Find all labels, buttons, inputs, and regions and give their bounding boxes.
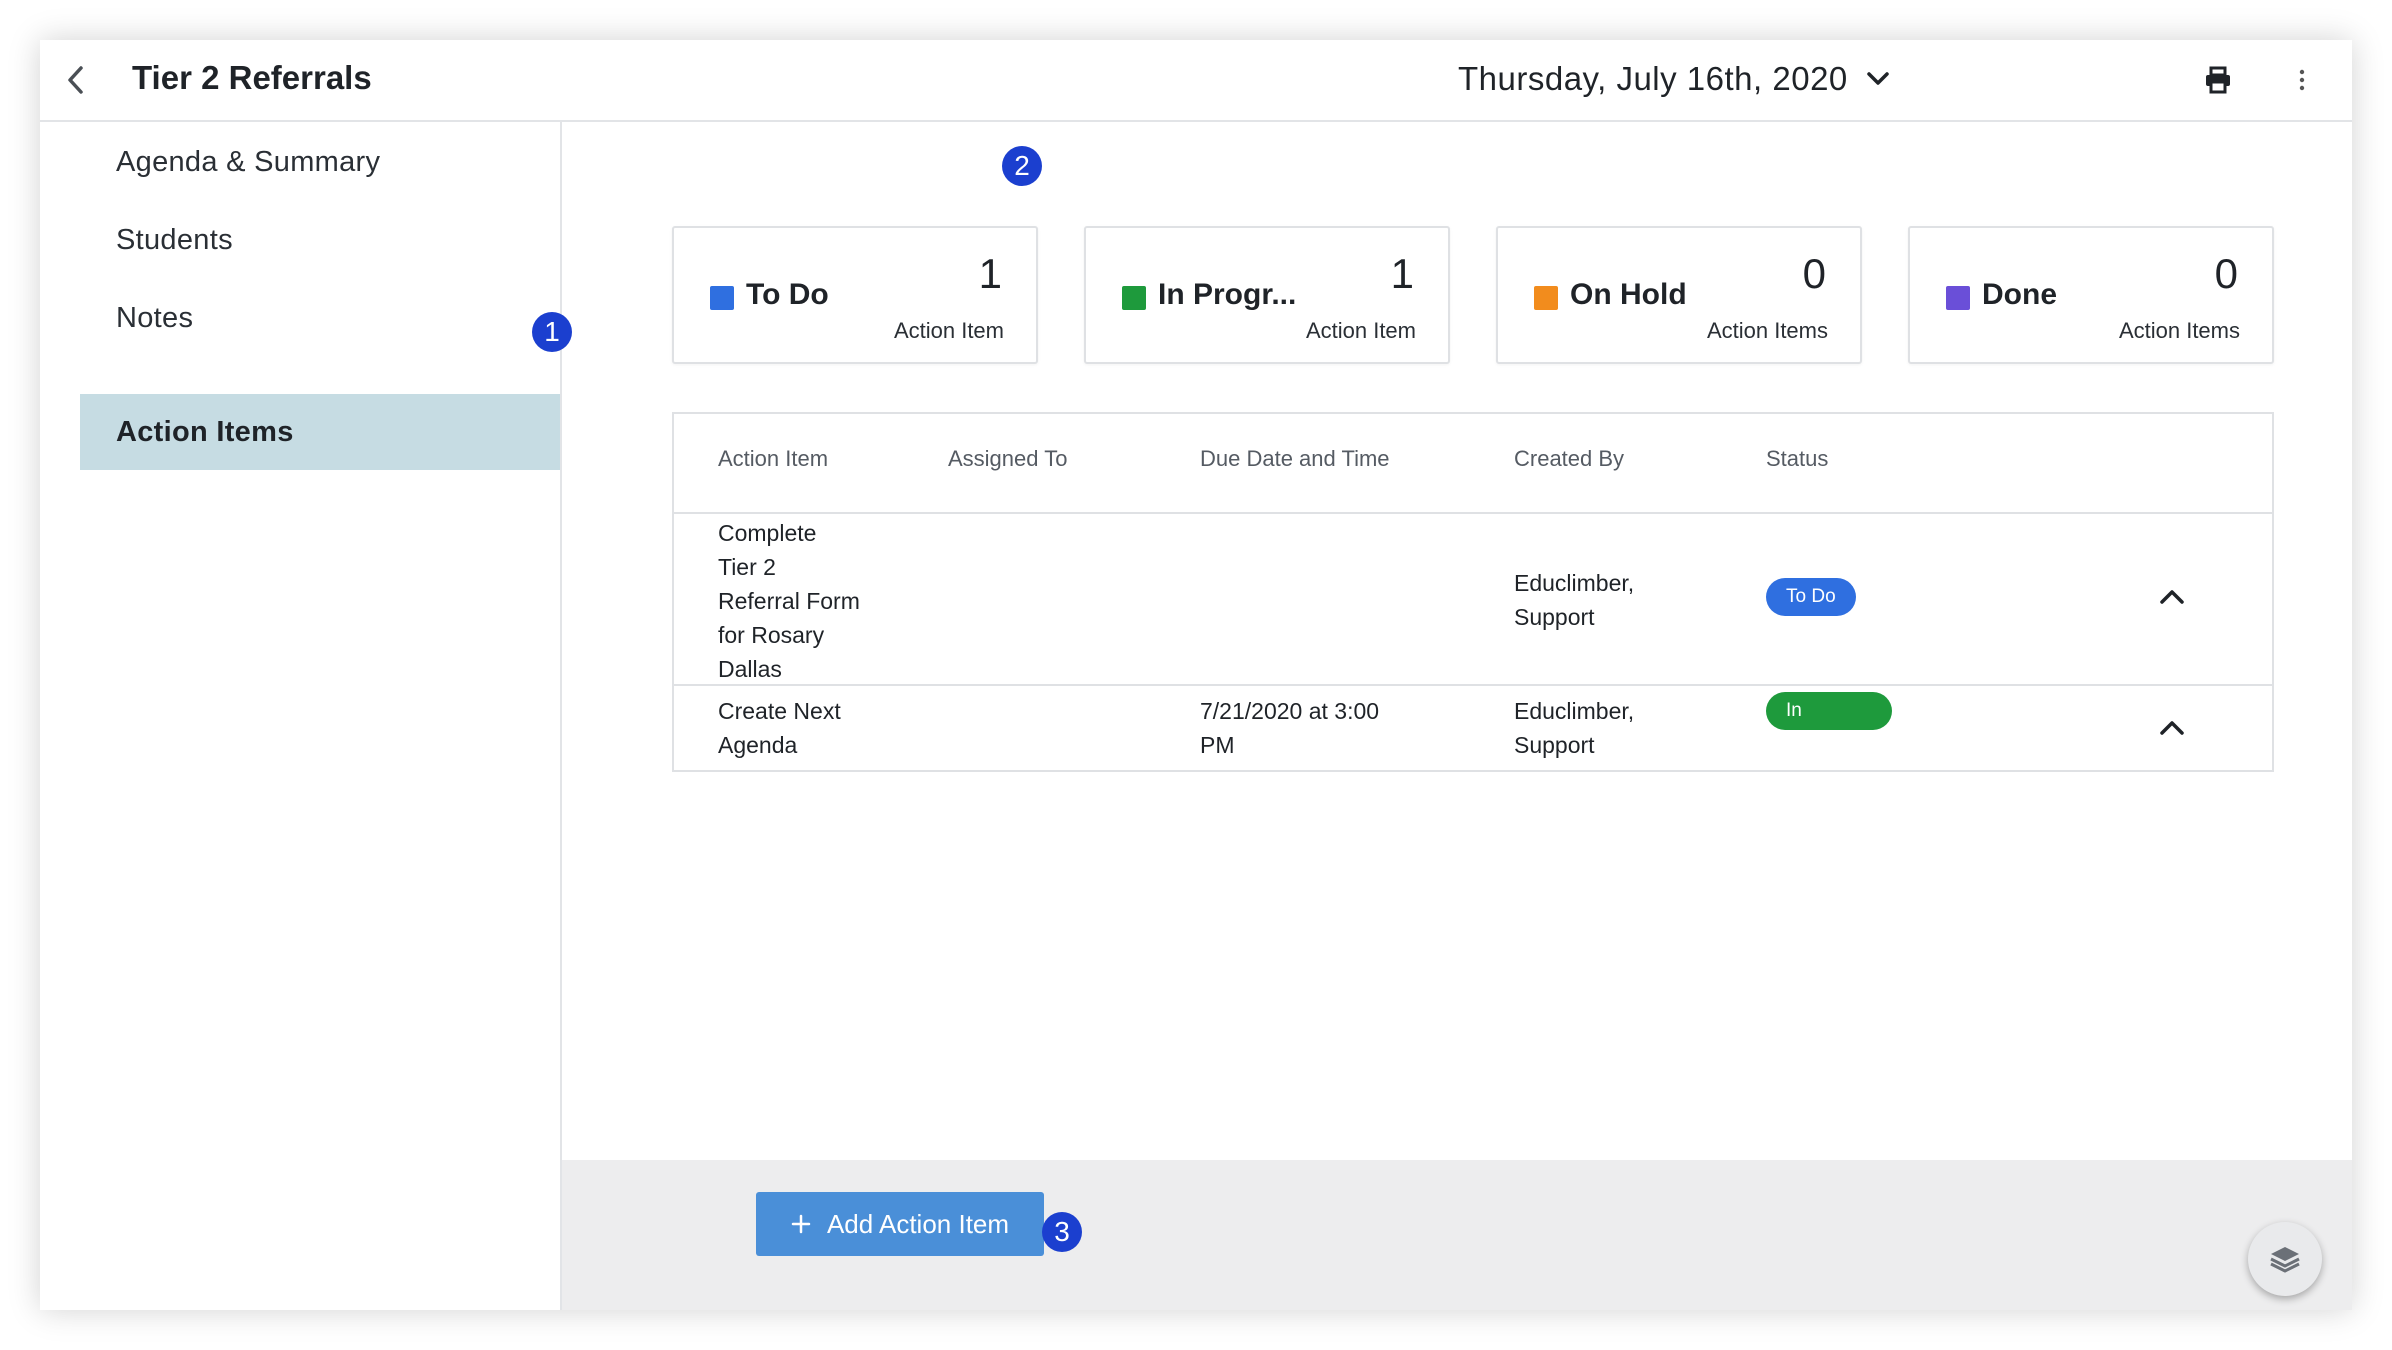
annotation-badge: 1	[532, 312, 572, 352]
created-by-line: Educlimber,	[1514, 698, 1635, 724]
date-label: Thursday, July 16th, 2020	[1458, 60, 1848, 97]
main-content: To Do 1 Action Item In Progr... 1 Action…	[562, 122, 2352, 1310]
layers-icon	[2270, 1247, 2300, 1273]
row-divider	[674, 684, 2272, 686]
chevron-up-icon	[2160, 590, 2184, 604]
column-header-created-by[interactable]: Created By	[1514, 446, 1624, 472]
row-collapse-button[interactable]	[2152, 577, 2192, 617]
date-selector[interactable]: Thursday, July 16th, 2020	[1458, 56, 1890, 102]
annotation-badge: 2	[1002, 146, 1042, 186]
sidebar-item-label: Agenda & Summary	[116, 145, 381, 178]
created-by-line: Educlimber,	[1514, 570, 1635, 596]
status-color-swatch	[1122, 286, 1146, 310]
plus-icon	[791, 1214, 811, 1234]
action-item-line: Create Next	[718, 698, 841, 724]
chevron-down-icon	[1867, 72, 1889, 85]
column-header-status[interactable]: Status	[1766, 446, 1828, 472]
card-unit: Action Items	[2118, 318, 2240, 343]
card-count: 0	[2214, 250, 2238, 297]
action-items-table: Action Item Assigned To Due Date and Tim…	[672, 412, 2274, 772]
sidebar: Agenda & Summary Students Notes Action I…	[40, 122, 562, 1310]
sidebar-item-label: Action Items	[116, 415, 294, 448]
action-item-line: Complete	[718, 520, 817, 546]
status-badge[interactable]: To Do	[1766, 578, 1856, 616]
action-item-line: Tier 2	[718, 554, 776, 580]
sidebar-item-label: Notes	[116, 301, 194, 334]
layers-fab-button[interactable]	[2248, 1222, 2322, 1296]
action-item-line: for Rosary	[718, 622, 825, 648]
add-action-item-button[interactable]: Add Action Item	[756, 1192, 1044, 1256]
sidebar-item-label: Students	[116, 223, 233, 256]
row-collapse-button[interactable]	[2152, 708, 2192, 748]
status-color-swatch	[710, 286, 734, 310]
action-item-line: Referral Form	[718, 588, 860, 614]
status-color-swatch	[1946, 286, 1970, 310]
status-label: To Do	[1786, 586, 1836, 607]
summary-card-on-hold[interactable]: On Hold 0 Action Items	[1496, 226, 1862, 364]
top-bar: Tier 2 Referrals Thursday, July 16th, 20…	[40, 40, 2352, 122]
chevron-left-icon	[68, 66, 83, 94]
more-options-button[interactable]	[2290, 60, 2314, 100]
card-label: On Hold	[1570, 278, 1687, 311]
more-vertical-icon	[2299, 69, 2305, 91]
due-date-cell: 7/21/2020 at 3:00 PM	[1200, 694, 1379, 762]
summary-card-done[interactable]: Done 0 Action Items	[1908, 226, 2274, 364]
status-color-swatch	[1534, 286, 1558, 310]
created-by-line: Support	[1514, 604, 1595, 630]
print-button[interactable]	[2196, 60, 2240, 100]
action-item-cell: Create Next Agenda	[718, 694, 841, 762]
sidebar-item-students[interactable]: Students	[80, 202, 560, 278]
due-date-line: 7/21/2020 at 3:00	[1200, 698, 1380, 724]
sidebar-item-agenda-summary[interactable]: Agenda & Summary	[80, 124, 560, 200]
add-action-item-label: Add Action Item	[826, 1208, 1010, 1239]
card-count: 1	[1390, 250, 1414, 297]
action-item-line: Dallas	[718, 656, 782, 682]
status-badge[interactable]: In	[1766, 692, 1892, 730]
card-unit: Action Items	[1706, 318, 1828, 343]
status-label: In	[1786, 700, 1802, 721]
printer-icon	[2206, 66, 2230, 94]
created-by-line: Support	[1514, 732, 1595, 758]
card-label: To Do	[746, 278, 829, 311]
footer-bar: Add Action Item	[562, 1160, 2352, 1310]
column-header-due-date[interactable]: Due Date and Time	[1200, 446, 1390, 472]
card-label: In Progr...	[1158, 278, 1297, 311]
summary-card-to-do[interactable]: To Do 1 Action Item	[672, 226, 1038, 364]
column-header-assigned-to[interactable]: Assigned To	[948, 446, 1067, 472]
card-unit: Action Item	[893, 318, 1004, 343]
action-item-cell: Complete Tier 2 Referral Form for Rosary…	[718, 516, 860, 686]
column-header-action-item[interactable]: Action Item	[718, 446, 828, 472]
card-label: Done	[1982, 278, 2057, 311]
card-unit: Action Item	[1305, 318, 1416, 343]
app-window: Tier 2 Referrals Thursday, July 16th, 20…	[40, 40, 2352, 1310]
action-item-line: Agenda	[718, 732, 798, 758]
created-by-cell: Educlimber, Support	[1514, 566, 1634, 634]
sidebar-item-notes[interactable]: Notes	[80, 280, 560, 356]
table-header-divider	[674, 512, 2272, 514]
annotation-badge: 3	[1042, 1212, 1082, 1252]
page-title: Tier 2 Referrals	[132, 59, 372, 96]
card-count: 0	[1802, 250, 1826, 297]
summary-card-in-progress[interactable]: In Progr... 1 Action Item	[1084, 226, 1450, 364]
chevron-up-icon	[2160, 721, 2184, 735]
created-by-cell: Educlimber, Support	[1514, 694, 1634, 762]
sidebar-item-action-items[interactable]: Action Items	[80, 394, 560, 470]
card-count: 1	[978, 250, 1002, 297]
back-button[interactable]	[54, 58, 98, 102]
due-date-line: PM	[1200, 732, 1235, 758]
